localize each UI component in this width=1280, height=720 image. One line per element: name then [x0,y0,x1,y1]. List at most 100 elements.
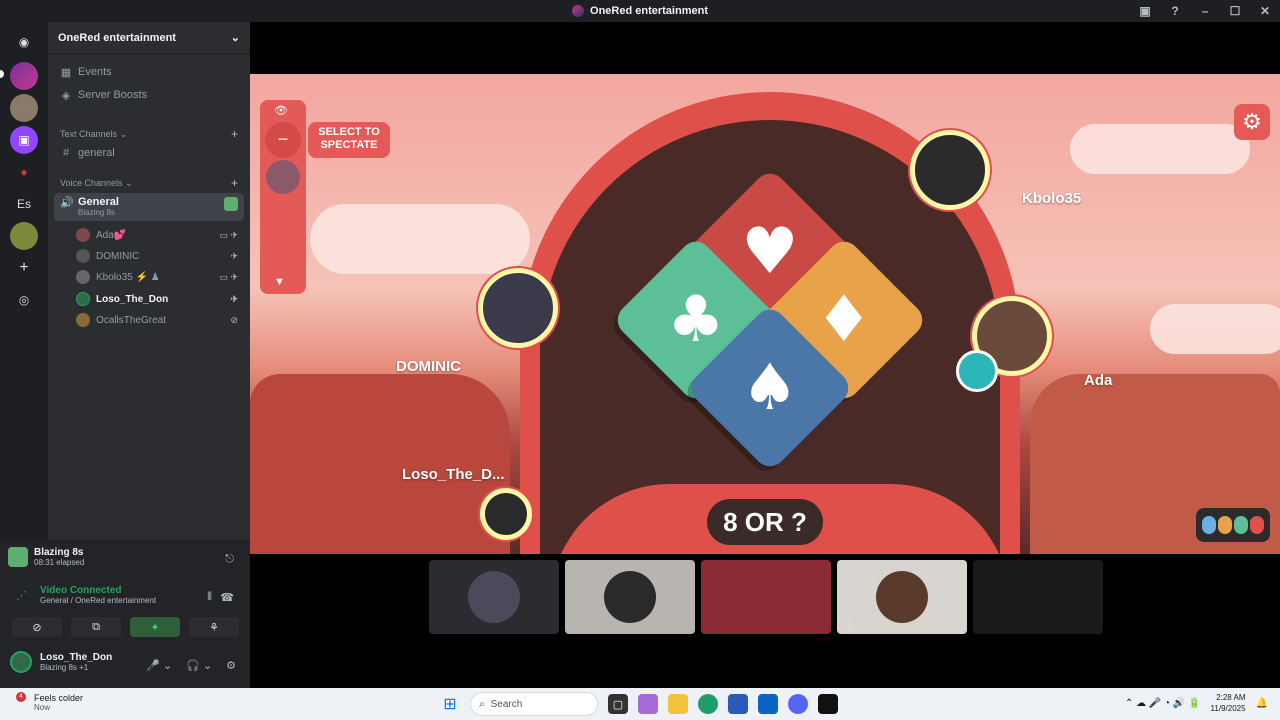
voice-user-dominic[interactable]: DOMINIC ✈ [76,247,244,265]
activity-icon [224,197,238,211]
tray-icons[interactable]: ⌃ ☁ 🎤 ◔ 🔊 🔋 [1125,698,1201,709]
outlook-icon[interactable] [758,694,778,714]
cloud [310,204,530,274]
user-panel: Blazing 8s 08:31 elapsed ⎋ ⋰ Video Connec… [0,540,250,688]
selected-indicator [0,70,4,78]
color-swatch [1218,516,1232,534]
notification-badge: 4 [16,691,26,702]
select-to-spectate-button[interactable]: SELECT TO SPECTATE [308,122,390,158]
add-server-icon[interactable]: + [10,254,38,282]
discord-taskbar-icon[interactable] [788,694,808,714]
avatar [76,292,90,306]
voice-user-loso[interactable]: Loso_The_Don ✈ [76,290,244,308]
minus-icon[interactable]: − [265,122,301,158]
headphones-icon[interactable]: 🎧 ⌄ [186,659,212,672]
participant-tile[interactable] [701,560,831,634]
edge-icon[interactable] [698,694,718,714]
player-name: Loso_The_D... [402,466,505,483]
settings-icon[interactable]: ⚙ [226,659,236,672]
avatar [76,270,90,284]
clock[interactable]: 2:28 AM 11/9/2025 [1211,692,1246,714]
inbox-icon[interactable]: ▣ [1130,4,1160,18]
channel-sidebar: OneRed entertainment ⌄ ▦ Events ◈ Server B… [48,22,250,540]
windows-start-icon[interactable]: ⊞ [440,694,460,714]
discord-home-icon[interactable]: ◉ [10,28,38,56]
color-picker[interactable] [1196,508,1270,542]
noise-suppression-icon[interactable]: ⦀ [207,591,212,604]
player-avatar-loso[interactable] [480,488,532,540]
guild-icon-onered[interactable] [10,62,38,90]
hash-icon: # [62,147,70,159]
activities-button[interactable]: ✦ [130,617,180,637]
text-channels-category[interactable]: Text Channels ⌄ + [54,124,244,144]
events-item[interactable]: ▦ Events [54,62,244,82]
boosts-label: Server Boosts [78,89,148,101]
camera-off-button[interactable]: ⊘ [12,617,62,637]
copilot-icon[interactable] [638,694,658,714]
search-box[interactable]: ⌕ Search [470,692,598,716]
channel-activity: Blazing 8s [78,208,115,217]
user-name: OcallsTheGreat [96,314,167,326]
guild-icon-2[interactable] [10,94,38,122]
soundboard-button[interactable]: ⚘ [189,617,239,637]
guild-icon-6[interactable] [10,222,38,250]
activity-icon [8,547,28,567]
notifications-icon[interactable]: 🔔 [1256,698,1268,709]
disconnect-icon[interactable]: ☎ [220,591,234,604]
screen-share-button[interactable]: ⧉ [71,617,121,637]
add-channel-icon[interactable]: + [231,176,238,190]
game-settings-icon[interactable]: ⚙ [1234,104,1270,140]
voice-user-ocalls[interactable]: OcallsTheGreat ⊘ [76,311,244,329]
activity-status[interactable]: Blazing 8s 08:31 elapsed [8,547,84,567]
discover-icon[interactable]: ◎ [10,286,38,314]
server-boosts-item[interactable]: ◈ Server Boosts [54,85,244,105]
system-tray: ⌃ ☁ 🎤 ◔ 🔊 🔋 2:28 AM 11/9/2025 🔔 [1125,692,1268,714]
file-explorer-icon[interactable] [668,694,688,714]
es-guild-icon[interactable]: Es [10,190,38,218]
voice-channel-general[interactable]: 🔊 General Blazing 8s [54,193,244,221]
voice-user-ada[interactable]: Ada💕 ▭ ✈ [76,226,244,244]
chevron-down-icon[interactable]: ▼ [274,276,285,288]
microphone-icon[interactable]: 🎤 ⌄ [146,659,172,672]
participant-tiles: 🎙 [429,560,1103,634]
weather-widget[interactable]: 4 Feels colder Now [14,691,83,712]
current-user[interactable]: Loso_The_Don Blazing 8s +1 [10,651,112,673]
participant-tile[interactable] [565,560,695,634]
participant-tile[interactable] [973,560,1103,634]
add-channel-icon[interactable]: + [231,127,238,141]
minimize-button[interactable]: – [1190,4,1220,18]
twitch-guild-icon[interactable]: ▣ [10,126,38,154]
channel-label: General [78,196,119,208]
participant-tile[interactable] [429,560,559,634]
player-avatar-dominic[interactable] [478,268,558,348]
user-status: Blazing 8s +1 [40,663,89,672]
game-stage[interactable]: ♥ ♣ ♦ ♠ 8 OR ? Kbolo35 DOMINIC Ada Loso_… [250,74,1280,554]
user-name: DOMINIC [96,250,140,262]
voice-user-kbolo35[interactable]: Kbolo35 ⚡ ♟ ▭ ✈ [76,268,244,286]
leave-activity-icon[interactable]: ⎋ [225,553,234,566]
maximize-button[interactable]: ☐ [1220,4,1250,18]
close-button[interactable]: ✕ [1250,4,1280,18]
player-name: Ada [1084,372,1113,389]
eye-icon[interactable]: 👁 [274,104,288,117]
speaker-icon: 🔊 [60,197,74,209]
voice-channels-category[interactable]: Voice Channels ⌄ + [54,173,244,193]
spectator-avatar[interactable] [266,160,300,194]
server-header[interactable]: OneRed entertainment ⌄ [48,22,250,54]
voice-channel-path: General / OneRed entertainment [40,596,157,605]
user-name: Loso_The_Don [96,293,169,305]
voice-buttons: ⊘ ⧉ ✦ ⚘ [12,617,239,637]
guild-icon-4[interactable]: ● [10,158,38,186]
player-name: Kbolo35 [1022,190,1082,207]
task-view-icon[interactable]: ▢ [608,694,628,714]
player-avatar-kbolo35[interactable] [910,130,990,210]
voice-connection[interactable]: ⋰ Video Connected General / OneRed enter… [16,585,156,605]
channel-general-text[interactable]: # general [54,143,244,163]
avatar [876,571,928,623]
participant-tile[interactable]: 🎙 [837,560,967,634]
store-icon[interactable] [728,694,748,714]
help-icon[interactable]: ? [1160,4,1190,18]
time: 2:28 AM [1216,693,1246,702]
chevron-down-icon: ⌄ [125,177,133,188]
app-icon[interactable] [818,694,838,714]
